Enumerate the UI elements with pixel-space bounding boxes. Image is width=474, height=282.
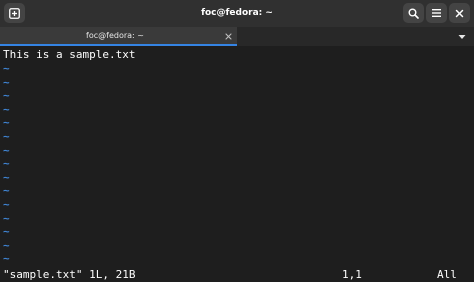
search-icon: [408, 8, 419, 19]
terminal-content[interactable]: This is a sample.txt ~ ~ ~ ~ ~ ~ ~ ~ ~ ~ ~ ~ ~ ~ ~ "sa…: [0, 46, 474, 282]
empty-line-marker: ~: [3, 198, 10, 211]
menu-button[interactable]: [426, 3, 447, 23]
empty-line-marker: ~: [3, 238, 10, 252]
tab-label: foc@fedora: ~: [86, 31, 144, 40]
hamburger-menu-icon: [432, 9, 441, 17]
close-icon: [455, 9, 464, 17]
status-cursor-position: 1,1: [342, 268, 362, 281]
tab-bar: foc@fedora: ~: [0, 27, 474, 46]
file-text-line: This is a sample.txt: [3, 48, 136, 61]
empty-line-marker: ~: [3, 184, 10, 198]
empty-line-marker: ~: [3, 170, 10, 184]
tab-terminal[interactable]: foc@fedora: ~: [0, 27, 237, 46]
new-tab-icon: [9, 7, 20, 19]
empty-line-marker: ~: [3, 157, 10, 171]
chevron-down-icon: [458, 34, 466, 39]
empty-line-marker: ~: [3, 62, 10, 75]
tab-list-button[interactable]: [455, 30, 469, 43]
tab-close-button[interactable]: [222, 30, 234, 42]
empty-line-marker: ~: [3, 130, 10, 143]
status-scroll-position: All: [437, 268, 457, 281]
close-icon: [224, 32, 232, 40]
empty-line-marker: ~: [3, 89, 10, 103]
header-bar: foc@fedora: ~: [0, 0, 474, 27]
empty-line-marker: ~: [3, 252, 10, 266]
close-window-button[interactable]: [449, 3, 470, 23]
empty-line-marker: ~: [3, 75, 10, 89]
empty-line-marker: ~: [3, 143, 10, 157]
new-tab-button[interactable]: [4, 3, 25, 23]
terminal-window: foc@fedora: ~ foc@fedora: ~ This is a sa…: [0, 0, 474, 282]
status-file-info: "sample.txt" 1L, 21B: [3, 268, 136, 281]
empty-line-marker: ~: [3, 225, 10, 239]
empty-line-marker: ~: [3, 116, 10, 130]
search-button[interactable]: [403, 3, 424, 23]
empty-line-marker: ~: [3, 102, 10, 116]
empty-line-marker: ~: [3, 211, 10, 225]
